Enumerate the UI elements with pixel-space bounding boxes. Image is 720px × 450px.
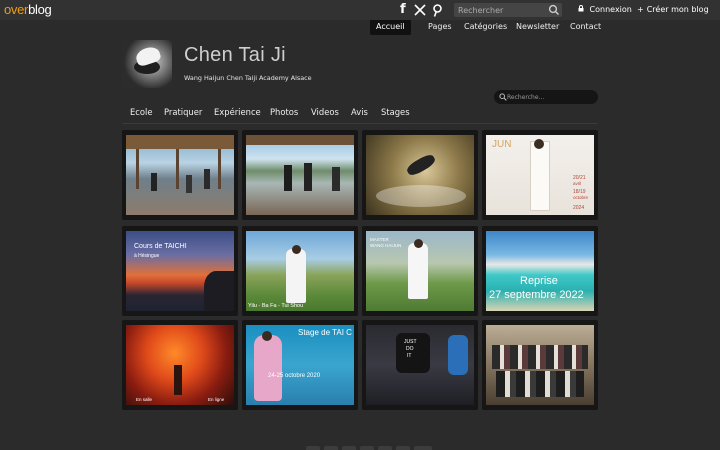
lock-icon — [578, 5, 587, 14]
global-search — [454, 3, 562, 17]
pagination-button[interactable] — [342, 446, 356, 450]
caption-text: IT — [407, 353, 412, 359]
logo-part-over: over — [4, 2, 29, 17]
pagination-button[interactable] — [324, 446, 338, 450]
gallery-tile[interactable]: JUN 20/21 avril 18/19 octobre 2024 — [482, 130, 598, 220]
pagination-button[interactable] — [378, 446, 392, 450]
gallery-tile[interactable] — [482, 320, 598, 410]
caption-text: avril — [573, 181, 582, 186]
caption-text: Reprise — [520, 275, 558, 287]
photo-group-photo[interactable] — [486, 325, 594, 405]
overblog-logo[interactable]: overblog — [4, 2, 52, 17]
gallery-tile[interactable] — [122, 130, 238, 220]
cat-avis[interactable]: Avis — [351, 107, 368, 117]
photo-autumn-tree[interactable]: En salle En ligne — [126, 325, 234, 405]
pagination-button[interactable] — [306, 446, 320, 450]
login-link[interactable]: Connexion — [578, 5, 632, 15]
facebook-icon[interactable]: f — [400, 2, 406, 18]
cat-videos[interactable]: Videos — [311, 107, 339, 117]
pagination-button[interactable] — [360, 446, 374, 450]
caption-text: En salle — [136, 397, 153, 402]
nav-accueil[interactable]: Accueil — [370, 20, 411, 35]
global-search-input[interactable] — [458, 3, 546, 17]
photo-reprise-septembre[interactable]: Reprise 27 septembre 2022 — [486, 231, 594, 311]
blog-title[interactable]: Chen Tai Ji — [184, 44, 286, 67]
photo-yilu-bafa-tuishou[interactable]: Yilu - Ba Fa - Tui Shou — [246, 231, 354, 311]
gallery-tile[interactable] — [362, 130, 478, 220]
caption-text: JUN — [492, 139, 512, 150]
caption-text: Cours de TAICHI — [134, 243, 187, 250]
gallery-tile[interactable]: En salle En ligne — [122, 320, 238, 410]
photo-outdoor-class-pavilion[interactable] — [126, 135, 234, 215]
gallery-tile[interactable]: Stage de TAI C 24-25 octobre 2020 — [242, 320, 358, 410]
plus-icon: + — [637, 5, 644, 14]
cat-experience[interactable]: Expérience — [214, 107, 261, 117]
pagination-button[interactable] — [414, 446, 432, 450]
photo-master-wang-haijun[interactable]: MASTER WANG HAIJUN — [366, 231, 474, 311]
caption-text: à Hésingue — [134, 253, 160, 259]
top-bar: overblog f Connexion +Créer mon blog — [0, 0, 720, 20]
caption-text: 24-25 octobre 2020 — [268, 373, 321, 379]
blog-subtitle: Wang Haijun Chen Taiji Academy Alsace — [184, 74, 312, 82]
nav-categories[interactable]: Catégories — [464, 22, 507, 32]
pinterest-icon[interactable] — [432, 2, 443, 22]
blog-search — [494, 90, 598, 104]
create-blog-label: Créer mon blog — [646, 5, 709, 14]
blog-search-input[interactable] — [507, 90, 593, 104]
caption-text: octobre — [573, 195, 589, 200]
gallery-tile[interactable] — [242, 130, 358, 220]
search-icon[interactable] — [548, 4, 560, 16]
caption-text: En ligne — [208, 397, 225, 402]
blog-avatar[interactable] — [122, 40, 172, 88]
gallery-tile[interactable]: Reprise 27 septembre 2022 — [482, 226, 598, 316]
caption-text: 2024 — [573, 205, 585, 211]
nav-divider — [122, 123, 598, 124]
photo-stage-tai-chi-octobre[interactable]: Stage de TAI C 24-25 octobre 2020 — [246, 325, 354, 405]
gallery-tile[interactable]: MASTER WANG HAIJUN — [362, 226, 478, 316]
caption-text: DO — [406, 346, 414, 352]
caption-text: JUST — [404, 339, 417, 345]
create-blog-link[interactable]: + Créer mon blog — [637, 5, 709, 15]
nav-pages[interactable]: Pages — [428, 22, 452, 32]
caption-text: Yilu - Ba Fa - Tui Shou — [248, 303, 304, 309]
photo-cours-taichi-sunset[interactable]: Cours de TAICHI à Hésingue — [126, 231, 234, 311]
caption-text: 27 septembre 2022 — [489, 289, 584, 301]
photo-jun-poster[interactable]: JUN 20/21 avril 18/19 octobre 2024 — [486, 135, 594, 215]
login-label: Connexion — [589, 5, 632, 14]
nav-newsletter[interactable]: Newsletter — [516, 22, 559, 32]
cat-photos[interactable]: Photos — [270, 107, 298, 117]
x-twitter-icon[interactable] — [414, 2, 426, 20]
nav-contact[interactable]: Contact — [570, 22, 601, 32]
gallery-tile[interactable]: JUST DO IT — [362, 320, 478, 410]
gallery-tile[interactable]: Yilu - Ba Fa - Tui Shou — [242, 226, 358, 316]
logo-part-blog: blog — [28, 2, 52, 17]
cat-pratiquer[interactable]: Pratiquer — [164, 107, 202, 117]
photo-tai-chi-pavilion-lake[interactable] — [246, 135, 354, 215]
photo-wakeboard-jump[interactable] — [366, 135, 474, 215]
cat-ecole[interactable]: Ecole — [130, 107, 153, 117]
gallery-tile[interactable]: Cours de TAICHI à Hésingue — [122, 226, 238, 316]
caption-text: WANG HAIJUN — [370, 243, 402, 248]
cat-stages[interactable]: Stages — [381, 107, 410, 117]
caption-text: MASTER — [370, 237, 389, 242]
pagination-button[interactable] — [396, 446, 410, 450]
photo-indoor-practice[interactable]: JUST DO IT — [366, 325, 474, 405]
caption-text: Stage de TAI C — [298, 328, 352, 337]
blog-search-icon — [499, 93, 507, 101]
